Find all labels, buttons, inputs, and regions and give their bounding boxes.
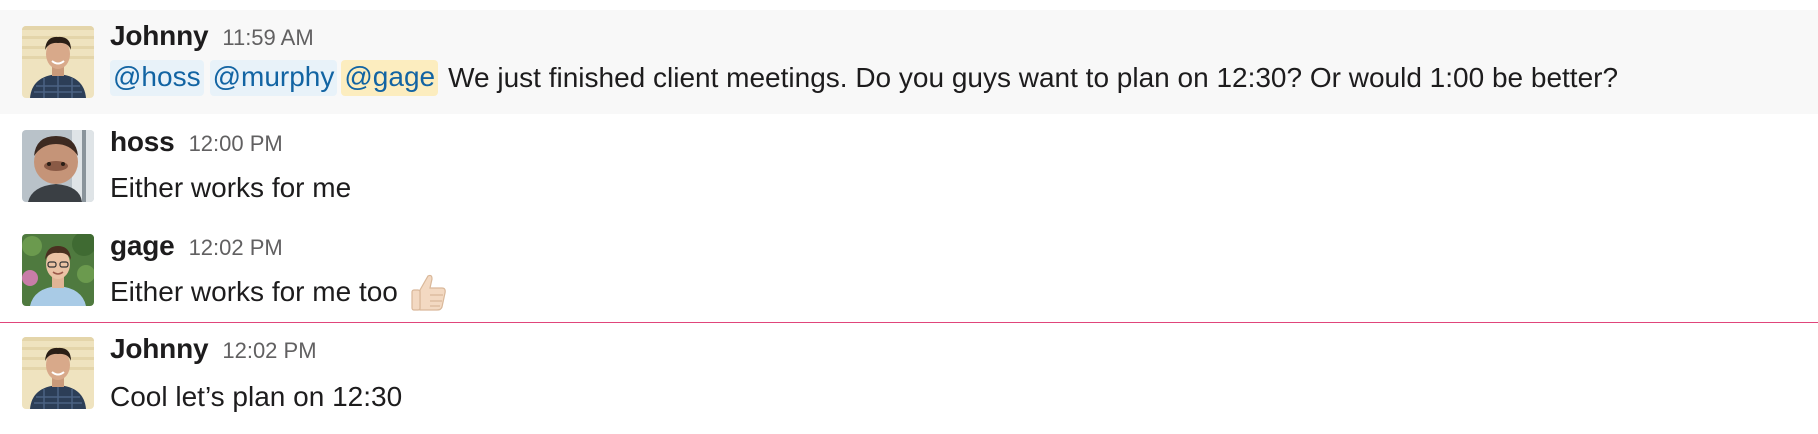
sender-name[interactable]: hoss — [110, 126, 175, 158]
mention-murphy[interactable]: @murphy — [209, 60, 338, 96]
avatar-johnny[interactable] — [22, 26, 94, 98]
mention-hoss[interactable]: @hoss — [110, 60, 204, 96]
message-body: We just finished client meetings. Do you… — [448, 62, 1619, 93]
sender-name[interactable]: Johnny — [110, 20, 209, 52]
message-item[interactable]: hoss 12:00 PM Either works for me — [0, 114, 1818, 218]
sender-name[interactable]: Johnny — [110, 333, 209, 365]
avatar-gage[interactable] — [22, 234, 94, 306]
timestamp[interactable]: 11:59 AM — [222, 25, 313, 51]
message-text: Either works for me — [110, 168, 351, 208]
thumbs-up-icon[interactable] — [406, 270, 450, 314]
timestamp[interactable]: 12:02 PM — [189, 235, 283, 261]
message-text: @hoss @murphy @gage We just finished cli… — [110, 58, 1618, 98]
avatar-johnny[interactable] — [22, 337, 94, 409]
message-body: Either works for me too — [110, 276, 398, 307]
sender-name[interactable]: gage — [110, 230, 175, 262]
message-item[interactable]: gage 12:02 PM Either works for me too — [0, 218, 1818, 322]
message-item[interactable]: Johnny 12:02 PM Cool let’s plan on 12:30 — [0, 323, 1818, 427]
message-text: Cool let’s plan on 12:30 — [110, 377, 402, 417]
mention-gage[interactable]: @gage — [341, 60, 439, 96]
message-list: Johnny 11:59 AM @hoss @murphy @gage We j… — [0, 0, 1818, 434]
message-body: Cool let’s plan on 12:30 — [110, 381, 403, 412]
message-text: Either works for me too — [110, 268, 450, 316]
timestamp[interactable]: 12:02 PM — [222, 338, 316, 364]
timestamp[interactable]: 12:00 PM — [189, 131, 283, 157]
avatar-hoss[interactable] — [22, 130, 94, 202]
message-item[interactable]: Johnny 11:59 AM @hoss @murphy @gage We j… — [0, 10, 1818, 114]
message-body: Either works for me — [110, 172, 352, 203]
